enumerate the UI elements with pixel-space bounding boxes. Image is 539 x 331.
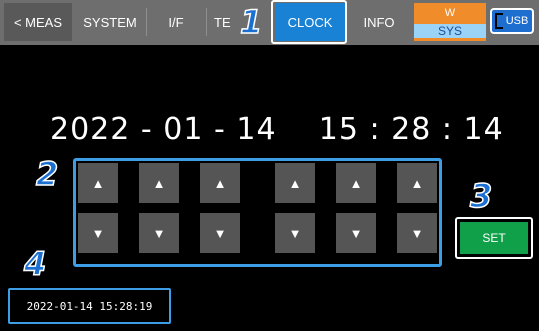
year-up-button[interactable]: ▲ xyxy=(78,163,118,203)
callout-marker-2: 2 xyxy=(35,155,59,193)
status-w-label: W xyxy=(444,7,456,19)
callout-marker-1: 1 xyxy=(239,3,263,41)
month-up-button[interactable]: ▲ xyxy=(139,163,179,203)
callout-marker-3: 3 xyxy=(469,177,493,215)
minute-value: 28 xyxy=(391,112,432,147)
time-separator: : xyxy=(369,112,381,147)
usb-status-indicator: USB xyxy=(490,8,534,34)
clock-setting-display: 2022 - 01 - 14 15 : 28 : 14 xyxy=(50,112,504,147)
tab-info[interactable]: INFO xyxy=(350,3,408,41)
year-down-button[interactable]: ▼ xyxy=(78,213,118,253)
hour-down-button[interactable]: ▼ xyxy=(275,213,315,253)
adjust-buttons-highlight-frame xyxy=(73,158,442,267)
second-value: 14 xyxy=(463,112,504,147)
hour-up-button[interactable]: ▲ xyxy=(275,163,315,203)
day-value: 14 xyxy=(236,112,277,147)
date-separator: - xyxy=(140,112,153,147)
back-to-meas-tab[interactable]: < MEAS xyxy=(4,3,72,41)
hour-value: 15 xyxy=(318,112,359,147)
day-down-button[interactable]: ▼ xyxy=(200,213,240,253)
month-down-button[interactable]: ▼ xyxy=(139,213,179,253)
date-separator: - xyxy=(214,112,226,147)
top-tab-bar: < MEAS SYSTEM I/F TE CLOCK INFO W SYS US… xyxy=(0,0,539,45)
month-value: 01 xyxy=(163,112,204,147)
year-value: 2022 xyxy=(50,112,131,147)
minute-up-button[interactable]: ▲ xyxy=(336,163,376,203)
callout-marker-4: 4 xyxy=(23,245,47,283)
set-button[interactable]: SET xyxy=(460,222,528,254)
second-up-button[interactable]: ▲ xyxy=(397,163,437,203)
tab-system[interactable]: SYSTEM xyxy=(74,3,146,41)
second-down-button[interactable]: ▼ xyxy=(397,213,437,253)
usb-bracket-icon xyxy=(495,13,503,29)
tab-clock[interactable]: CLOCK xyxy=(275,3,345,41)
tab-if[interactable]: I/F xyxy=(146,3,206,41)
status-sys-label: SYS xyxy=(414,24,486,38)
minute-down-button[interactable]: ▼ xyxy=(336,213,376,253)
system-status-indicator: W SYS xyxy=(414,3,486,41)
current-time-display: 2022-01-14 15:28:19 xyxy=(8,288,171,324)
day-up-button[interactable]: ▲ xyxy=(200,163,240,203)
time-separator: : xyxy=(441,112,453,147)
usb-label: USB xyxy=(505,15,529,27)
